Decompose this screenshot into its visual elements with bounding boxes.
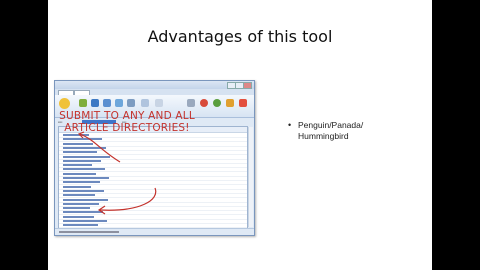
toolbar-icon	[213, 99, 221, 107]
toolbar-icon	[103, 99, 111, 107]
directory-link-placeholder	[63, 155, 110, 158]
directory-table	[58, 126, 248, 229]
directory-link-placeholder	[63, 185, 91, 188]
status-bar	[55, 228, 254, 235]
table-scrollbar	[248, 127, 253, 227]
status-text	[59, 231, 119, 233]
bullet-dot-icon: •	[288, 120, 292, 130]
directory-link-placeholder	[63, 181, 100, 184]
start-icon	[59, 98, 70, 109]
toolbar-icon	[91, 99, 99, 107]
directory-link-placeholder	[63, 159, 101, 162]
directory-link-placeholder	[63, 177, 109, 179]
overlay-callout-text: SUBMIT TO ANY AND ALL ARTICLE DIRECTORIE…	[59, 110, 195, 134]
directory-link-placeholder	[63, 211, 103, 214]
directory-link-placeholder	[63, 220, 107, 222]
directory-link-placeholder	[63, 172, 96, 175]
directory-link-placeholder	[63, 151, 97, 154]
directory-link-placeholder	[63, 134, 89, 136]
slide-title: Advantages of this tool	[147, 27, 333, 46]
stop-icon	[200, 99, 208, 107]
directory-link-placeholder	[63, 146, 106, 149]
toolbar-icon	[127, 99, 135, 107]
toolbar-icon	[115, 99, 123, 107]
directory-link-placeholder	[63, 189, 104, 192]
directory-link-placeholder	[63, 164, 92, 167]
play-icon	[141, 99, 149, 107]
directory-link-placeholder	[63, 168, 105, 171]
toolbar-icon	[187, 99, 195, 107]
directory-link-placeholder	[63, 207, 90, 210]
directory-link-placeholder	[63, 142, 93, 145]
directory-link-placeholder	[63, 198, 108, 201]
directory-link-placeholder	[63, 194, 95, 197]
toolbar-icon	[239, 99, 247, 107]
toolbar-icon	[155, 99, 163, 107]
close-icon	[243, 82, 252, 89]
directory-link-placeholder	[63, 202, 99, 205]
directory-link-placeholder	[63, 215, 94, 218]
bullet-text: Penguin/Panada/ Hummingbird	[298, 120, 364, 141]
toolbar-icon	[226, 99, 234, 107]
window-titlebar	[55, 81, 254, 89]
directory-link-placeholder	[63, 138, 102, 141]
directory-link-placeholder	[63, 224, 98, 227]
app-screenshot-window: ▪▪▪▪ ▪▪▪▪	[54, 80, 255, 236]
toolbar-icon	[79, 99, 87, 107]
bullet-item: • Penguin/Panada/ Hummingbird	[288, 120, 398, 142]
